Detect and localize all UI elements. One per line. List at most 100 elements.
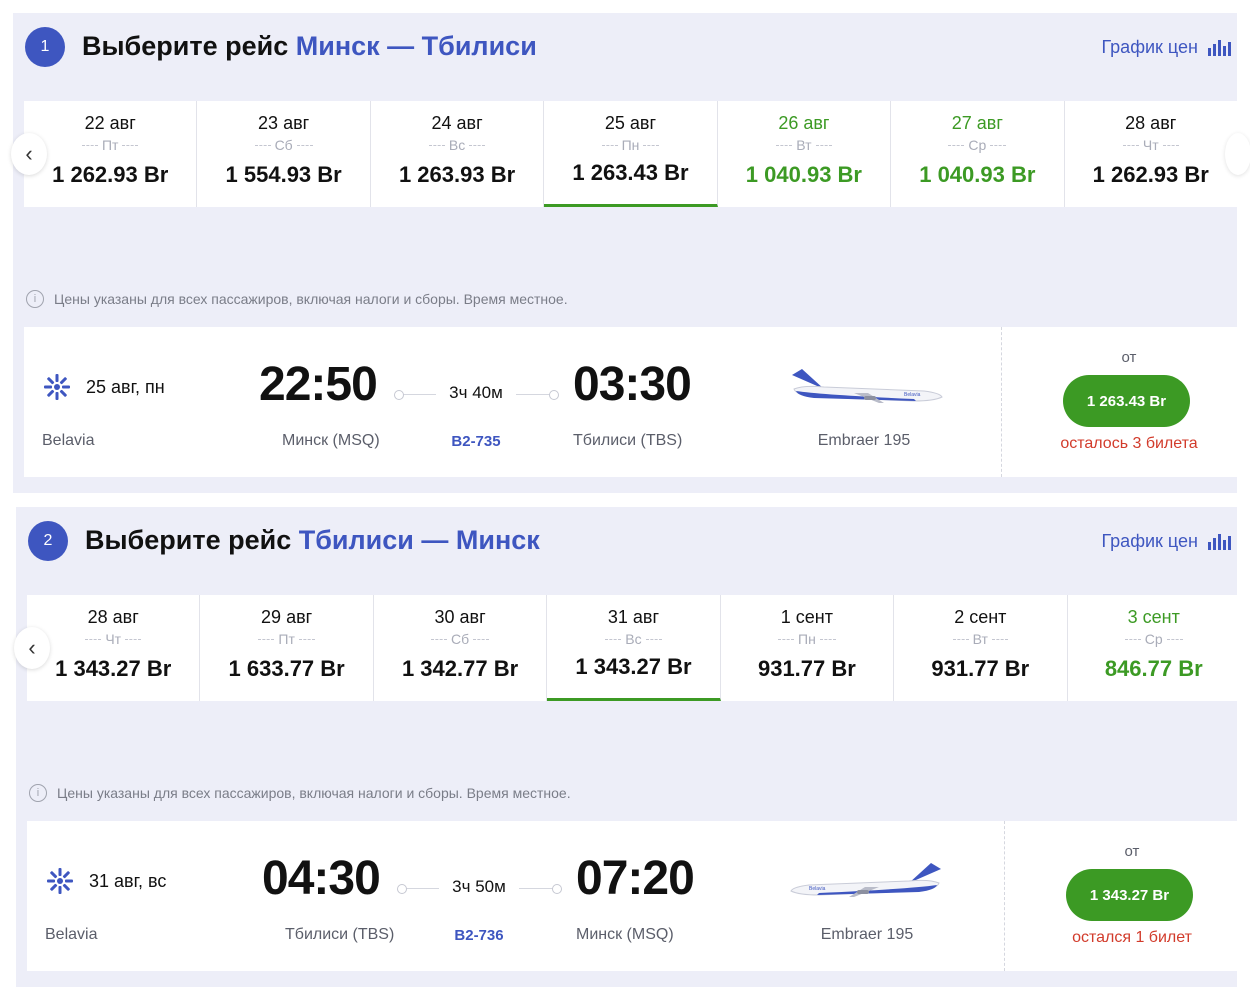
date-option[interactable]: 23 авг Сб 1 554.93 Br — [197, 101, 371, 207]
date-label: 22 авг — [84, 113, 136, 133]
weekday-label: Пт — [101, 137, 119, 153]
title-prefix: Выберите рейс — [85, 525, 292, 555]
date-price: 1 633.77 Br — [228, 656, 345, 681]
flight-duration: 3ч 50м — [439, 877, 519, 897]
date-option[interactable]: 26 авг Вт 1 040.93 Br — [718, 101, 892, 207]
aircraft-type: Embraer 195 — [820, 926, 914, 943]
price-note-text: Цены указаны для всех пассажиров, включа… — [57, 785, 571, 801]
weekday-label: Сб — [450, 631, 470, 647]
departure-city: Минск (MSQ) — [282, 432, 380, 449]
airplane-image: Belavia — [790, 863, 941, 897]
weekday-label: Пн — [798, 631, 816, 647]
flight-date: 25 авг, пн — [86, 377, 165, 397]
date-option[interactable]: 24 авг Вс 1 263.93 Br — [371, 101, 545, 207]
price-chart-label: График цен — [1101, 531, 1198, 551]
date-label: 2 сент — [954, 607, 1007, 627]
weekday-label: Вс — [625, 631, 642, 647]
date-price: 1 554.93 Br — [225, 162, 342, 187]
section-title: Выберите рейс Минск — Тбилиси — [82, 31, 537, 62]
prev-dates-button[interactable]: ‹ — [11, 133, 47, 175]
price-chart-label: График цен — [1101, 37, 1198, 57]
date-label: 23 авг — [258, 113, 310, 133]
flight-section-return: 2 Выберите рейс Тбилиси — Минск График ц… — [14, 507, 1240, 987]
weekday-label: Ср — [968, 137, 987, 153]
chevron-left-icon: ‹ — [25, 141, 33, 166]
price-chart-link[interactable]: График цен — [1101, 37, 1231, 58]
date-label: 3 сент — [1127, 607, 1180, 627]
date-label: 25 авг — [604, 113, 657, 133]
flight-card[interactable]: 25 авг, пн Belavia 22:50 Минск (MSQ) 3ч … — [24, 327, 1237, 477]
prev-dates-button[interactable]: ‹ — [14, 627, 50, 669]
flight-duration: 3ч 40м — [436, 383, 516, 403]
aircraft-type: Embraer 195 — [817, 432, 911, 449]
date-option-selected[interactable]: 31 авг Вс 1 343.27 Br — [547, 595, 721, 701]
arrival-city: Минск (MSQ) — [576, 926, 674, 943]
date-label: 24 авг — [431, 113, 483, 133]
card-divider — [1004, 821, 1005, 971]
flight-number[interactable]: B2-735 — [436, 433, 516, 450]
price-note-text: Цены указаны для всех пассажиров, включа… — [54, 291, 568, 307]
date-label: 28 авг — [1125, 113, 1177, 133]
belavia-logo-icon — [47, 868, 73, 894]
flight-number[interactable]: B2-736 — [439, 927, 519, 944]
date-option[interactable]: 28 авг Чт 1 262.93 Br — [1065, 101, 1237, 207]
date-option[interactable]: 28 авг Чт 1 343.27 Br — [27, 595, 201, 701]
weekday-label: Сб — [274, 137, 293, 153]
card-divider — [1001, 327, 1002, 477]
price-note: i Цены указаны для всех пассажиров, вклю… — [29, 784, 571, 802]
date-option[interactable]: 30 авг Сб 1 342.77 Br — [374, 595, 548, 701]
airline-name: Belavia — [42, 432, 95, 449]
price-chart-link[interactable]: График цен — [1101, 531, 1231, 552]
date-label: 31 авг — [607, 607, 660, 627]
date-label: 26 авг — [778, 113, 830, 133]
from-label: от — [1121, 349, 1137, 366]
date-carousel: 28 авг Чт 1 343.27 Br 29 авг Пт 1 633.77… — [27, 595, 1240, 701]
step-badge: 1 — [25, 27, 65, 67]
arrival-time: 07:20 — [576, 852, 695, 905]
date-price: 1 262.93 Br — [1092, 162, 1209, 187]
select-price-button[interactable]: 1 343.27 Br — [1066, 869, 1193, 921]
date-price: 931.77 Br — [931, 656, 1030, 681]
flight-card[interactable]: 31 авг, вс Belavia 04:30 Тбилиси (TBS) 3… — [27, 821, 1240, 971]
seats-left: осталось 3 билета — [1060, 435, 1198, 452]
belavia-logo-icon — [44, 374, 70, 400]
date-option-selected[interactable]: 25 авг Пн 1 263.43 Br — [544, 101, 718, 207]
date-option[interactable]: 29 авг Пт 1 633.77 Br — [200, 595, 374, 701]
date-option[interactable]: 1 сент Пн 931.77 Br — [721, 595, 895, 701]
date-option[interactable]: 22 авг Пт 1 262.93 Br — [24, 101, 198, 207]
date-label: 1 сент — [780, 607, 833, 627]
livery-text: Belavia — [904, 392, 921, 398]
date-price: 931.77 Br — [757, 656, 856, 681]
date-option[interactable]: 27 авг Ср 1 040.93 Br — [891, 101, 1065, 207]
from-label: от — [1124, 843, 1140, 860]
flight-section-outbound: 1 Выберите рейс Минск — Тбилиси График ц… — [11, 13, 1250, 493]
date-label: 30 авг — [434, 607, 486, 627]
weekday-label: Чт — [105, 631, 122, 647]
date-label: 27 авг — [951, 113, 1003, 133]
price-note: i Цены указаны для всех пассажиров, вклю… — [26, 290, 568, 308]
next-dates-button[interactable] — [1225, 133, 1250, 175]
arrival-time: 03:30 — [573, 358, 692, 411]
date-price: 1 040.93 Br — [919, 162, 1036, 187]
chevron-left-icon: ‹ — [28, 635, 36, 660]
flight-date: 31 авг, вс — [89, 871, 167, 891]
date-price: 1 040.93 Br — [745, 162, 862, 187]
weekday-label: Вт — [796, 137, 812, 153]
bar-chart-icon — [1208, 533, 1231, 550]
section-title: Выберите рейс Тбилиси — Минск — [85, 525, 540, 556]
arrival-city: Тбилиси (TBS) — [573, 432, 683, 449]
section-header: 2 Выберите рейс Тбилиси — Минск График ц… — [16, 507, 1237, 577]
info-icon: i — [26, 290, 44, 308]
bar-chart-icon — [1208, 39, 1231, 56]
date-option[interactable]: 3 сент Ср 846.77 Br — [1068, 595, 1240, 701]
section-header: 1 Выберите рейс Минск — Тбилиси График ц… — [13, 13, 1237, 83]
date-price: 1 263.43 Br — [572, 160, 689, 185]
date-label: 28 авг — [87, 607, 139, 627]
departure-time: 04:30 — [262, 852, 381, 905]
seats-left: остался 1 билет — [1072, 929, 1192, 946]
livery-text: Belavia — [809, 886, 826, 892]
date-option[interactable]: 2 сент Вт 931.77 Br — [894, 595, 1068, 701]
select-price-button[interactable]: 1 263.43 Br — [1063, 375, 1190, 427]
departure-time: 22:50 — [259, 358, 378, 411]
date-price: 1 342.77 Br — [401, 656, 519, 681]
